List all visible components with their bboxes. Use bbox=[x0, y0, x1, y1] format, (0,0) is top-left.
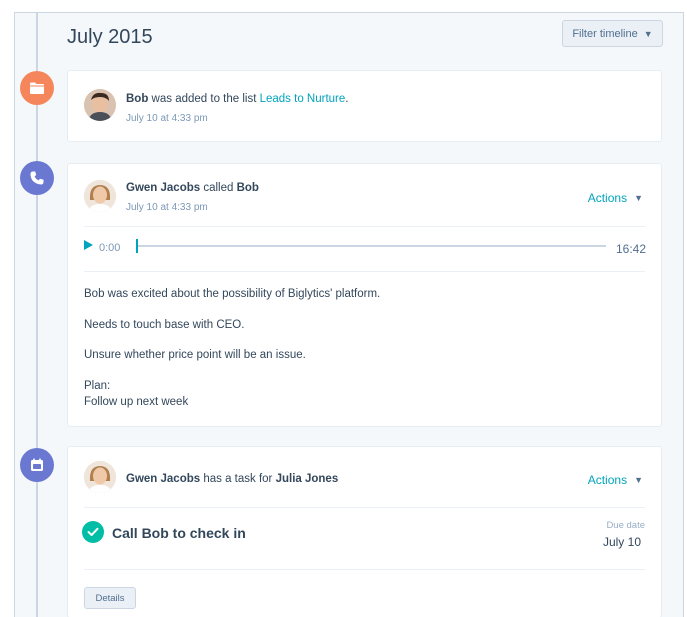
call-verb: called bbox=[200, 182, 237, 194]
phone-icon bbox=[20, 161, 54, 195]
callee-name[interactable]: Bob bbox=[237, 182, 259, 194]
caller-name[interactable]: Gwen Jacobs bbox=[126, 182, 200, 194]
list-add-text: was added to the list bbox=[148, 93, 260, 105]
details-label: Details bbox=[95, 592, 125, 604]
actions-label: Actions bbox=[587, 191, 628, 205]
divider bbox=[84, 271, 645, 272]
divider bbox=[84, 226, 645, 227]
caret-down-icon: ▼ bbox=[634, 475, 643, 485]
call-event-card: Gwen Jacobs called Bob July 10 at 4:33 p… bbox=[67, 163, 662, 427]
list-add-period: . bbox=[345, 93, 349, 105]
caret-down-icon: ▼ bbox=[634, 193, 643, 203]
list-add-timestamp: July 10 at 4:33 pm bbox=[126, 113, 208, 124]
divider bbox=[84, 507, 645, 508]
actions-label: Actions bbox=[587, 473, 628, 487]
task-title[interactable]: Call Bob to check in bbox=[112, 525, 246, 541]
calendar-icon bbox=[20, 448, 54, 482]
task-actions-dropdown[interactable]: Actions ▼ bbox=[588, 473, 643, 487]
gwen-avatar bbox=[84, 180, 116, 212]
task-owner-name[interactable]: Gwen Jacobs bbox=[126, 473, 200, 485]
list-add-event-card: Bob was added to the list Leads to Nurtu… bbox=[67, 70, 662, 142]
task-complete-checkbox[interactable] bbox=[82, 521, 104, 543]
filter-timeline-label: Filter timeline bbox=[572, 27, 638, 40]
audio-current-time: 0:00 bbox=[99, 242, 121, 254]
call-note-line: Follow up next week bbox=[84, 396, 189, 408]
task-description: Gwen Jacobs has a task for Julia Jones bbox=[126, 473, 338, 485]
task-assignee-name[interactable]: Julia Jones bbox=[276, 473, 339, 485]
task-event-card: Gwen Jacobs has a task for Julia Jones A… bbox=[67, 446, 662, 617]
audio-duration: 16:42 bbox=[616, 242, 647, 256]
caret-down-icon: ▼ bbox=[643, 28, 653, 39]
list-link[interactable]: Leads to Nurture bbox=[260, 93, 346, 105]
details-button[interactable]: Details bbox=[84, 587, 136, 609]
bob-avatar bbox=[84, 89, 116, 121]
call-note-plan-label: Plan: bbox=[84, 380, 111, 392]
gwen-avatar bbox=[84, 461, 116, 493]
call-note-line: Needs to touch base with CEO. bbox=[84, 319, 245, 331]
play-icon[interactable] bbox=[84, 240, 93, 250]
actor-name[interactable]: Bob bbox=[126, 93, 148, 105]
folder-icon bbox=[20, 71, 54, 105]
call-note-line: Unsure whether price point will be an is… bbox=[84, 349, 306, 361]
month-heading: July 2015 bbox=[67, 26, 153, 48]
due-date-value[interactable]: July 10 bbox=[603, 535, 641, 549]
call-actions-dropdown[interactable]: Actions ▼ bbox=[588, 191, 643, 205]
filter-timeline-button[interactable]: Filter timeline ▼ bbox=[562, 20, 663, 47]
list-add-description: Bob was added to the list Leads to Nurtu… bbox=[126, 93, 348, 105]
task-text: has a task for bbox=[200, 473, 276, 485]
timeline-panel: July 2015 Filter timeline ▼ Bob was adde… bbox=[14, 12, 684, 617]
checkmark-icon bbox=[87, 527, 99, 536]
call-note-line: Bob was excited about the possibility of… bbox=[84, 288, 381, 300]
call-description: Gwen Jacobs called Bob bbox=[126, 182, 259, 194]
audio-progress-track[interactable] bbox=[138, 245, 606, 247]
due-date-label: Due date bbox=[606, 520, 645, 531]
call-timestamp: July 10 at 4:33 pm bbox=[126, 202, 208, 213]
divider bbox=[84, 569, 645, 570]
